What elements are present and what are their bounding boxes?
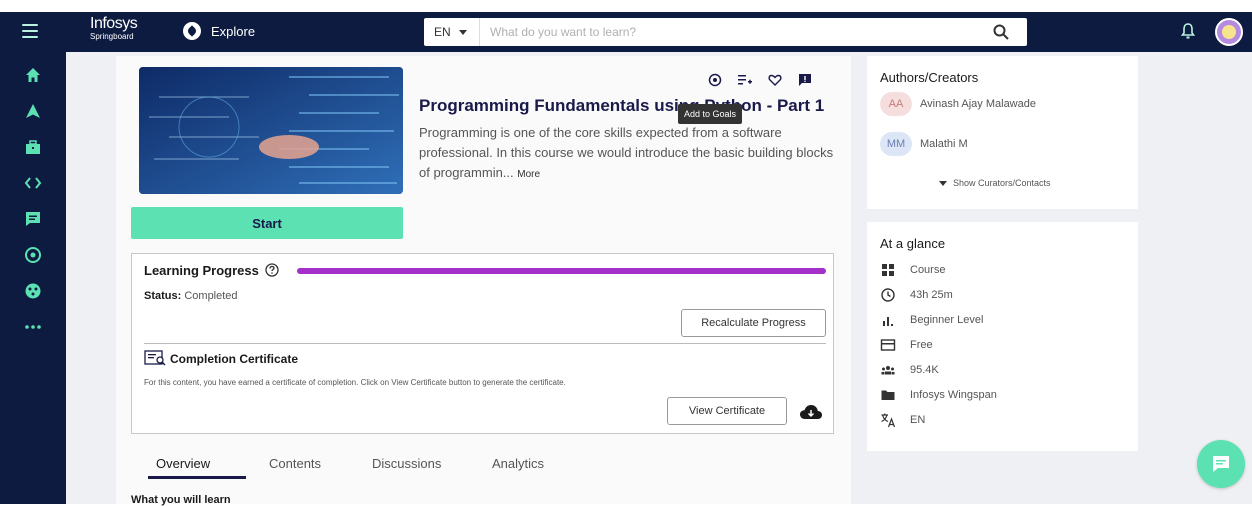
progress-bar-fill — [297, 268, 826, 274]
certificate-description: For this content, you have earned a cert… — [144, 378, 566, 387]
add-to-playlist-icon[interactable] — [737, 72, 753, 88]
glance-item: EN — [880, 412, 925, 428]
authors-title: Authors/Creators — [880, 70, 979, 85]
course-actions — [707, 72, 813, 88]
heart-icon[interactable] — [767, 72, 783, 88]
logo-sub: Springboard — [90, 32, 134, 41]
glance-text: EN — [910, 414, 926, 426]
glance-text: Course — [910, 264, 946, 276]
what-you-will-learn-heading: What you will learn — [131, 494, 231, 506]
progress-bar — [297, 268, 826, 274]
glance-text: 95.4K — [910, 364, 939, 376]
tab-discussions[interactable]: Discussions — [372, 456, 441, 471]
explore-label: Explore — [211, 23, 256, 39]
certificate-title: Completion Certificate — [170, 352, 299, 366]
search-input[interactable] — [484, 18, 996, 46]
target-icon[interactable] — [24, 246, 42, 264]
logo-brand: Infosys — [90, 15, 138, 32]
more-icon[interactable] — [24, 318, 42, 336]
bell-icon[interactable] — [1180, 22, 1196, 40]
view-certificate-button[interactable]: View Certificate — [667, 397, 787, 425]
search-bar: EN — [424, 18, 1027, 46]
status-label: Status: — [144, 290, 182, 302]
tab-overview[interactable]: Overview — [156, 456, 210, 471]
search-icon[interactable] — [993, 24, 1009, 40]
code-image — [139, 67, 403, 194]
chat-bubble-icon — [1213, 456, 1229, 472]
show-curators-label: Show Curators/Contacts — [953, 178, 1051, 188]
briefcase-icon[interactable] — [24, 138, 42, 156]
compass-icon — [183, 22, 201, 40]
tab-contents[interactable]: Contents — [269, 456, 321, 471]
course-thumbnail — [139, 67, 403, 194]
active-tab-underline — [148, 476, 246, 479]
menu-icon[interactable] — [22, 24, 38, 38]
course-description: Programming is one of the core skills ex… — [419, 123, 839, 185]
explore-button[interactable]: Explore — [183, 22, 255, 40]
user-avatar[interactable] — [1215, 18, 1243, 46]
cloud-download-icon[interactable] — [799, 403, 823, 421]
folder-icon — [881, 390, 895, 400]
chevron-down-icon — [458, 29, 467, 35]
glance-item: Beginner Level — [880, 312, 983, 328]
chat-icon[interactable] — [24, 210, 42, 228]
translate-icon — [881, 413, 896, 428]
certificate-icon — [144, 350, 166, 366]
description-text: Programming is one of the core skills ex… — [419, 125, 834, 180]
author-item[interactable]: AA Avinash Ajay Malawade — [880, 92, 1036, 116]
start-button[interactable]: Start — [131, 207, 403, 239]
home-icon[interactable] — [24, 66, 42, 84]
learning-progress-panel: Learning Progress Status: Completed Reca… — [131, 253, 834, 434]
level-icon — [883, 317, 893, 326]
app-root: Infosys Springboard Explore EN What do y… — [0, 0, 1252, 506]
author-avatar: AA — [880, 92, 912, 116]
goal-target-icon[interactable] — [707, 72, 723, 88]
glance-item: 95.4K — [880, 362, 939, 378]
navigate-icon[interactable] — [24, 102, 42, 120]
author-avatar: MM — [880, 132, 912, 156]
card-icon — [880, 339, 896, 351]
status-line: Status: Completed — [144, 290, 238, 302]
author-item[interactable]: MM Malathi M — [880, 132, 968, 156]
add-to-goals-tooltip: Add to Goals — [678, 104, 743, 124]
at-a-glance-card: At a glance Course 43h 25m Beginner Leve… — [867, 222, 1138, 451]
clock-icon — [881, 288, 895, 302]
course-icon — [882, 264, 894, 276]
glance-item: 43h 25m — [880, 287, 953, 303]
tab-analytics[interactable]: Analytics — [492, 456, 544, 471]
language-value: EN — [434, 25, 451, 39]
glance-text: Free — [910, 339, 933, 351]
help-icon[interactable] — [265, 263, 279, 277]
divider — [144, 343, 826, 344]
authors-card: Authors/Creators AA Avinash Ajay Malawad… — [867, 56, 1138, 209]
status-value: Completed — [184, 290, 238, 302]
palette-icon[interactable] — [24, 282, 42, 300]
course-title: Programming Fundamentals using Python - … — [419, 96, 825, 115]
left-rail — [0, 52, 66, 504]
users-icon — [881, 366, 895, 375]
author-name: Avinash Ajay Malawade — [920, 98, 1036, 110]
learning-progress-title: Learning Progress — [144, 263, 259, 278]
glance-title: At a glance — [880, 236, 946, 251]
more-link[interactable]: More — [517, 169, 540, 180]
glance-item: Infosys Wingspan — [880, 387, 997, 403]
feedback-icon[interactable] — [797, 72, 813, 88]
show-curators-toggle[interactable]: Show Curators/Contacts — [939, 178, 1051, 188]
chat-support-button[interactable] — [1197, 440, 1245, 488]
glance-text: 43h 25m — [910, 289, 953, 301]
glance-item: Course — [880, 262, 945, 278]
infosys-logo[interactable]: Infosys Springboard — [90, 15, 138, 41]
glance-text: Beginner Level — [910, 314, 984, 326]
top-bar: Infosys Springboard Explore EN — [0, 12, 1252, 52]
glance-item: Free — [880, 337, 933, 353]
glance-text: Infosys Wingspan — [910, 389, 997, 401]
recalculate-progress-button[interactable]: Recalculate Progress — [681, 309, 826, 337]
code-icon[interactable] — [24, 174, 42, 192]
chevron-down-icon — [939, 180, 947, 186]
language-select[interactable]: EN — [424, 18, 480, 46]
author-name: Malathi M — [920, 138, 968, 150]
